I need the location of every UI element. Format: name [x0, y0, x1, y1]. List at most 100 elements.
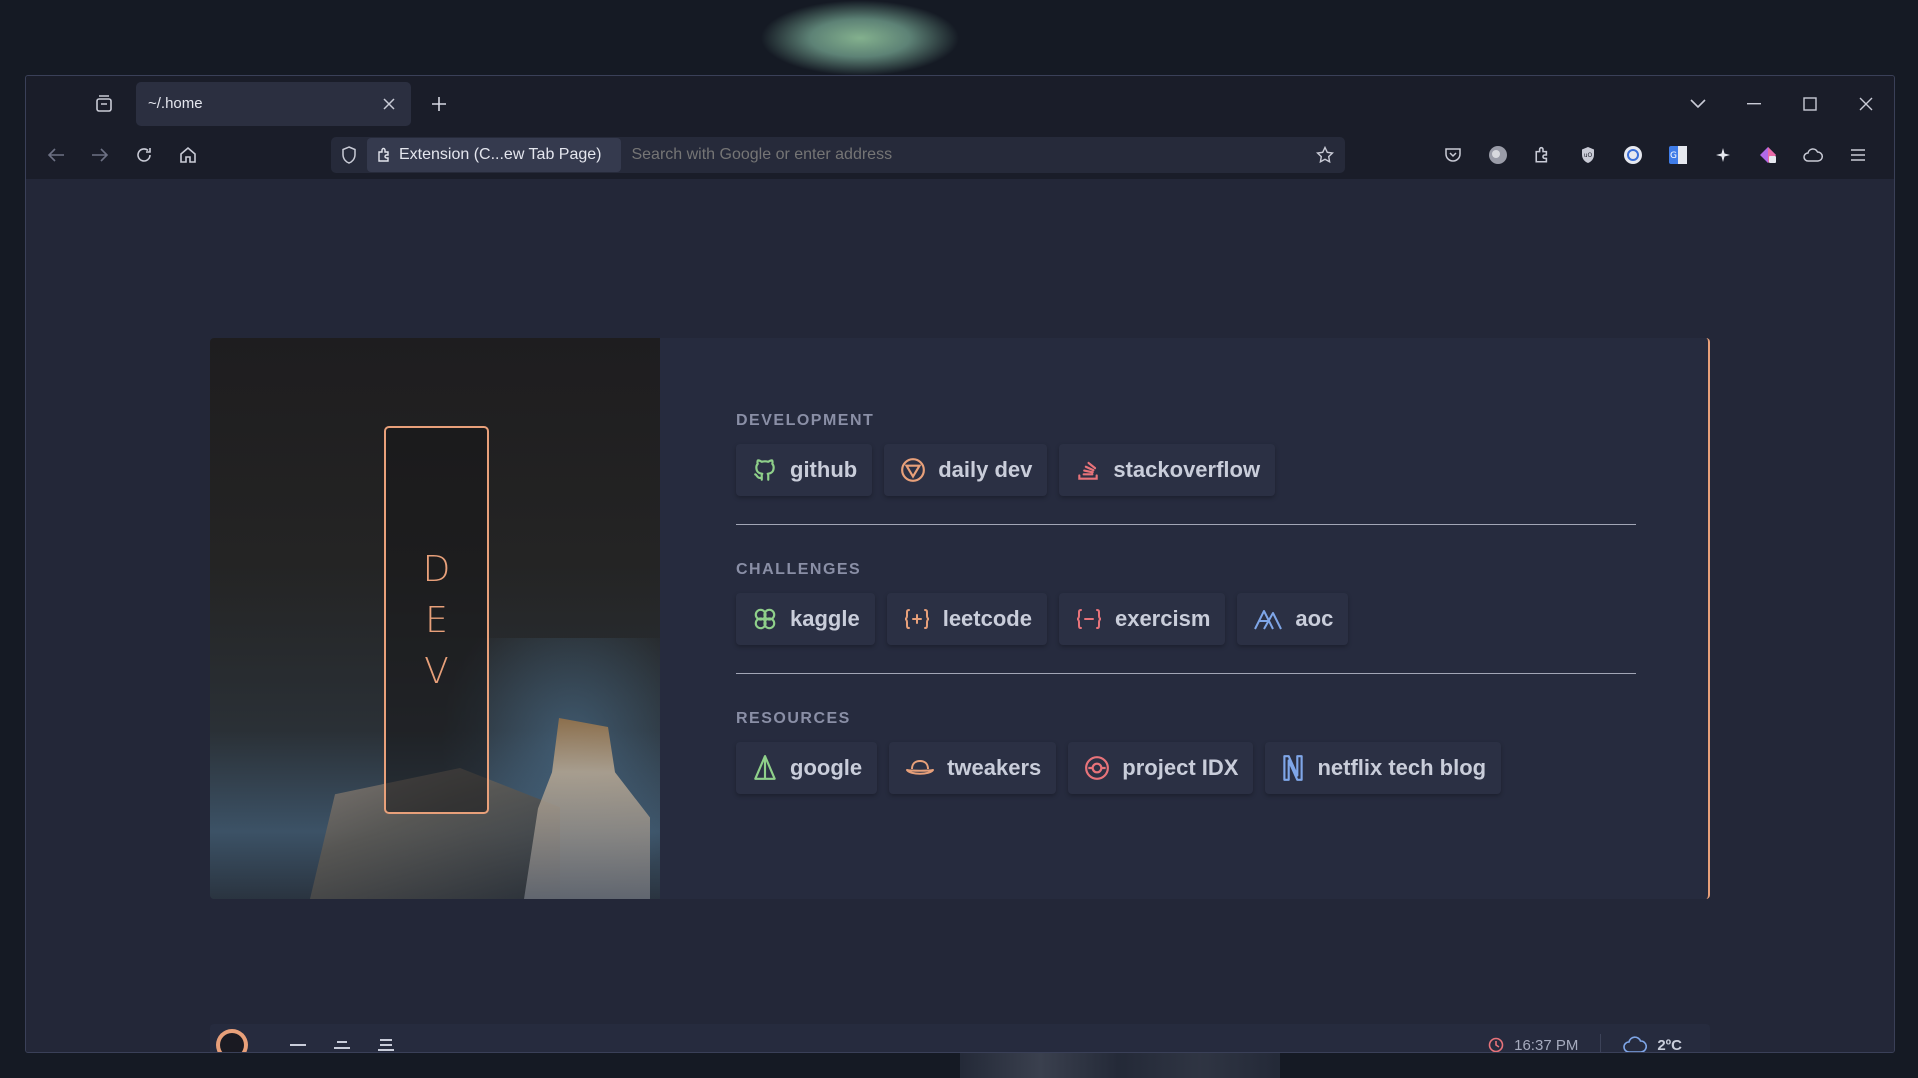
leetcode-icon [904, 609, 929, 629]
profile-extension-button[interactable] [1475, 135, 1520, 175]
arrow-right-icon [92, 148, 109, 162]
pocket-icon [1444, 148, 1461, 162]
svg-text:G: G [1670, 151, 1677, 161]
link-leetcode[interactable]: leetcode [886, 593, 1047, 645]
triple-line-icon [378, 1039, 394, 1051]
clock-icon [1488, 1037, 1504, 1052]
maximize-button[interactable] [1782, 76, 1838, 131]
link-exercism[interactable]: exercism [1058, 593, 1226, 645]
back-button[interactable] [34, 135, 78, 175]
menu-button[interactable] [1835, 135, 1880, 175]
section-title: RESOURCES [736, 710, 851, 727]
section-development: DEVELOPMENT github daily dev stackoverfl… [736, 412, 1636, 496]
link-github[interactable]: github [736, 444, 873, 496]
minimize-button[interactable] [1726, 76, 1782, 131]
avatar-circle-icon [1488, 146, 1507, 164]
layout-triple-button[interactable] [364, 1025, 408, 1052]
section-divider [736, 673, 1636, 674]
home-button[interactable] [166, 135, 210, 175]
tweakers-icon [906, 760, 935, 775]
shield-icon [342, 146, 356, 164]
ublock-button[interactable]: uO [1565, 135, 1610, 175]
plus-icon [432, 96, 446, 111]
status-info: 16:37 PM 2ºC [1488, 1024, 1682, 1053]
link-label: kaggle [790, 606, 860, 631]
google-icon [754, 755, 776, 780]
link-netflix-tech-blog[interactable]: netflix tech blog [1265, 742, 1502, 794]
window-controls [1670, 76, 1894, 131]
puzzle-icon [1534, 146, 1547, 163]
layout-double-button[interactable] [320, 1025, 364, 1052]
translate-extension-button[interactable]: G [1655, 135, 1700, 175]
sync-button[interactable] [1790, 135, 1835, 175]
section-resources: RESOURCES google tweakers project IDX ne… [736, 710, 1636, 794]
link-label: stackoverflow [1113, 457, 1261, 482]
bookmark-button[interactable] [1305, 146, 1345, 164]
tab-groups-button[interactable] [84, 84, 124, 124]
link-project-idx[interactable]: project IDX [1068, 742, 1254, 794]
netflix-icon [1283, 755, 1304, 781]
avatar[interactable] [216, 1029, 248, 1052]
reload-button[interactable] [122, 135, 166, 175]
dev-letter: V [424, 650, 449, 692]
grammar-icon [1623, 146, 1642, 164]
tab-home[interactable]: ~/.home [136, 81, 411, 126]
dev-letter: D [422, 548, 451, 590]
dev-letter: E [425, 599, 448, 641]
link-sections: DEVELOPMENT github daily dev stackoverfl… [736, 412, 1636, 794]
project-idx-icon [1085, 756, 1110, 780]
link-stackoverflow[interactable]: stackoverflow [1059, 444, 1276, 496]
link-label: exercism [1114, 606, 1211, 631]
minimize-icon [1747, 102, 1761, 104]
grammar-extension-button[interactable] [1610, 135, 1655, 175]
link-label: tweakers [947, 755, 1042, 780]
status-separator [1600, 1034, 1602, 1052]
section-title: CHALLENGES [736, 561, 862, 578]
dashboard-card: D E V DEVELOPMENT github daily dev stack… [210, 338, 1710, 899]
toolbar-extensions: uO G [1430, 131, 1880, 179]
sparkle-icon [1715, 148, 1730, 162]
tracking-protection-button[interactable] [331, 146, 367, 164]
address-input[interactable] [621, 138, 1305, 172]
svg-text:uO: uO [1583, 152, 1592, 159]
link-google[interactable]: google [736, 742, 878, 794]
layout-single-button[interactable] [276, 1025, 320, 1052]
link-aoc[interactable]: aoc [1237, 593, 1349, 645]
pocket-button[interactable] [1430, 135, 1475, 175]
status-bar: 16:37 PM 2ºC [210, 1024, 1710, 1053]
colorful-extension-button[interactable] [1745, 135, 1790, 175]
maximize-icon [1803, 96, 1817, 111]
dailydev-icon [901, 458, 926, 482]
exercism-icon [1076, 609, 1102, 629]
list-all-tabs-button[interactable] [1670, 76, 1726, 131]
ublock-shield-icon: uO [1581, 147, 1594, 163]
single-line-icon [290, 1044, 306, 1046]
forward-button[interactable] [78, 135, 122, 175]
link-daily-dev[interactable]: daily dev [884, 444, 1048, 496]
sparkle-extension-button[interactable] [1700, 135, 1745, 175]
link-label: google [790, 755, 863, 780]
reload-icon [137, 148, 151, 162]
extensions-button[interactable] [1520, 135, 1565, 175]
new-tab-button[interactable] [419, 84, 459, 124]
link-label: project IDX [1122, 755, 1239, 780]
weather-temperature: 2ºC [1657, 1036, 1682, 1053]
extension-identity-button[interactable]: Extension (C...ew Tab Page) [367, 138, 622, 172]
close-icon [383, 97, 395, 110]
dev-label-box: D E V [384, 426, 489, 814]
browser-window: ~/.home Extension (C...ew Tab Page) Sear… [25, 75, 1895, 1053]
tab-title: ~/.home [148, 95, 203, 112]
tab-close-button[interactable] [379, 94, 399, 114]
hamburger-icon [1850, 149, 1865, 161]
puzzle-icon [378, 147, 389, 162]
url-bar[interactable]: Extension (C...ew Tab Page) [331, 137, 1345, 173]
link-kaggle[interactable]: kaggle [736, 593, 875, 645]
link-tweakers[interactable]: tweakers [889, 742, 1057, 794]
tab-list-icon [96, 94, 112, 112]
diamond-lock-icon [1759, 147, 1776, 163]
layout-switcher [276, 1025, 408, 1052]
link-label: github [790, 457, 858, 482]
close-window-button[interactable] [1838, 76, 1894, 131]
tab-bar: ~/.home [26, 76, 1894, 131]
star-icon [1316, 146, 1334, 164]
